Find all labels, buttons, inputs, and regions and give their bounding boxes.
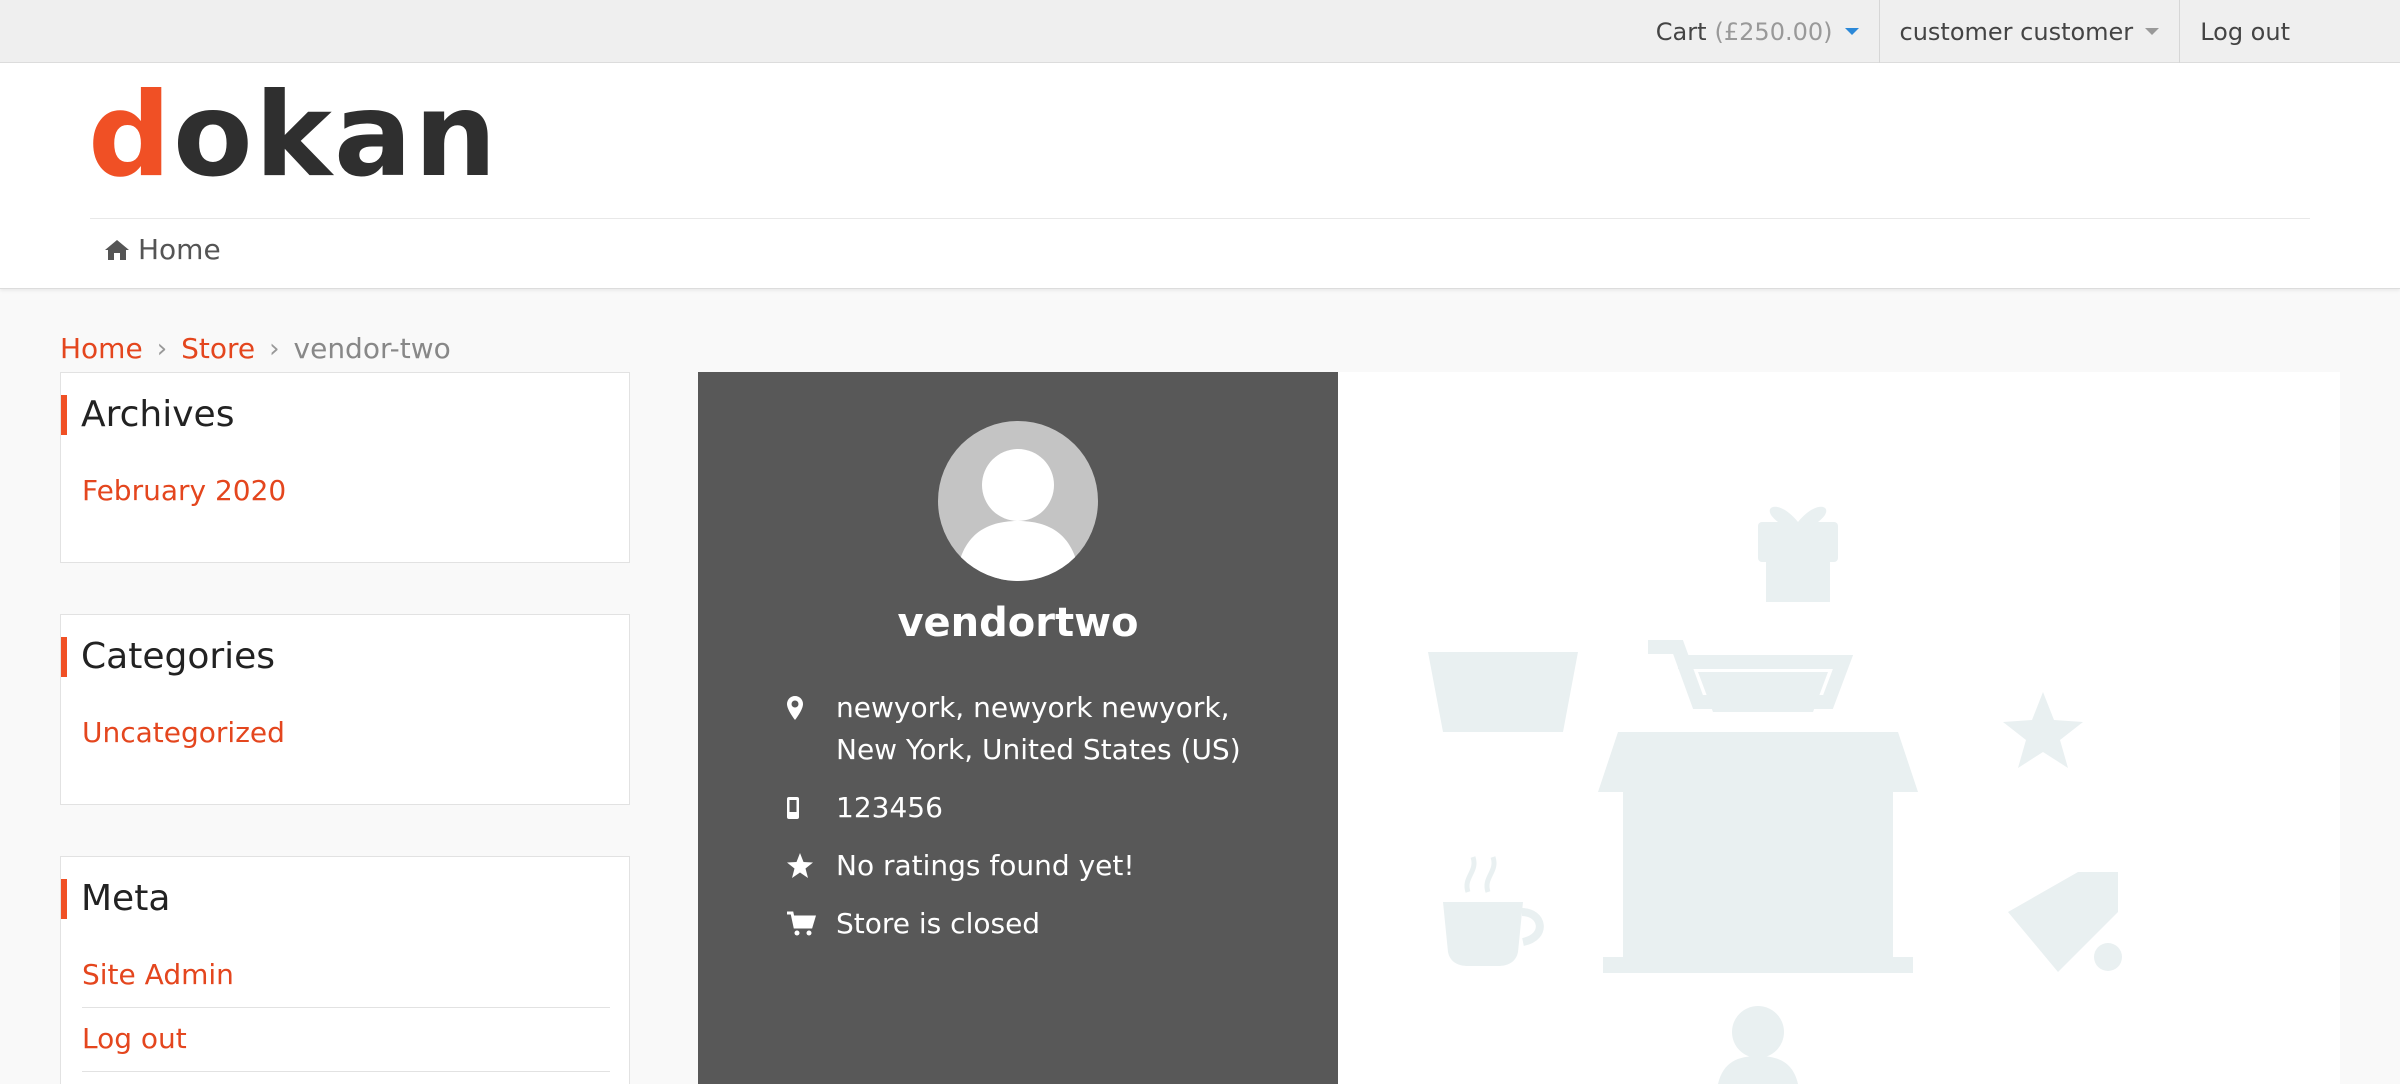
logo-first-letter: d: [88, 68, 174, 203]
basket-icon: [1428, 652, 1578, 732]
default-avatar-icon: [956, 449, 1080, 581]
categories-widget: Categories Uncategorized: [60, 614, 630, 805]
storefront-icon: [1598, 640, 1918, 973]
coffee-cup-icon: [1443, 856, 1544, 966]
meta-title: Meta: [61, 879, 170, 919]
store-status-row: Store is closed: [786, 903, 1276, 945]
site-header: dokan Home: [0, 63, 2400, 289]
nav-home-link[interactable]: Home: [138, 233, 221, 266]
person-icon: [1718, 1006, 1798, 1084]
breadcrumb-separator-icon: ›: [269, 333, 280, 364]
archives-widget: Archives February 2020: [60, 372, 630, 563]
top-bar: Cart (£250.00) customer customer Log out: [0, 0, 2400, 63]
categories-title: Categories: [61, 637, 275, 677]
store-banner-illustration: [1428, 506, 2122, 1084]
store-rating: No ratings found yet!: [836, 849, 1135, 882]
category-link-uncategorized[interactable]: Uncategorized: [82, 716, 285, 749]
store-phone-row: 123456: [786, 787, 1276, 829]
site-logo[interactable]: dokan: [88, 75, 499, 197]
store-rating-row: No ratings found yet!: [786, 845, 1276, 887]
shopping-cart-icon: [786, 903, 836, 945]
breadcrumb: Home › Store › vendor-two: [60, 332, 451, 365]
meta-link-log-out[interactable]: Log out: [82, 1022, 187, 1055]
meta-divider: [82, 1007, 610, 1008]
meta-link-site-admin[interactable]: Site Admin: [82, 958, 234, 991]
mobile-phone-icon: [786, 787, 836, 829]
store-name: vendortwo: [897, 600, 1139, 646]
store-phone: 123456: [836, 791, 943, 824]
header-divider: [90, 218, 2310, 219]
store-status: Store is closed: [836, 907, 1041, 940]
map-marker-icon: [786, 687, 836, 729]
store-address-row: newyork, newyork newyork, New York, Unit…: [786, 687, 1276, 771]
user-dropdown-icon: [2145, 28, 2160, 35]
breadcrumb-store[interactable]: Store: [181, 332, 255, 365]
cart-dropdown-icon: [1844, 28, 1859, 35]
breadcrumb-separator-icon: ›: [156, 333, 168, 364]
archive-link-february-2020[interactable]: February 2020: [82, 474, 286, 507]
store-profile-panel: vendortwo newyork, newyork newyork, New …: [698, 372, 1338, 1084]
logout-link[interactable]: Log out: [2179, 0, 2310, 63]
gift-icon: [1758, 506, 1838, 602]
cart-amount: (£250.00): [1714, 17, 1833, 46]
star-icon: [2003, 692, 2083, 768]
meta-widget: Meta Site Admin Log out: [60, 856, 630, 1084]
user-menu[interactable]: customer customer: [1878, 0, 2180, 63]
store-banner: [1338, 372, 2340, 1084]
tag-icon: [2008, 872, 2122, 972]
breadcrumb-current: vendor-two: [293, 332, 451, 365]
home-icon: [105, 239, 129, 260]
archives-title: Archives: [61, 395, 234, 435]
star-icon: [786, 845, 836, 887]
primary-nav: Home: [104, 233, 221, 266]
store-address: newyork, newyork newyork, New York, Unit…: [836, 691, 1241, 766]
cart-menu[interactable]: Cart (£250.00): [1636, 0, 1879, 63]
store-avatar: [938, 421, 1098, 581]
logo-rest: okan: [173, 68, 499, 203]
top-bar-menu: Cart (£250.00) customer customer Log out: [1636, 0, 2310, 63]
cart-label: Cart: [1655, 17, 1707, 46]
breadcrumb-home[interactable]: Home: [60, 332, 143, 365]
meta-divider: [82, 1071, 610, 1072]
user-name: customer customer: [1899, 17, 2134, 46]
